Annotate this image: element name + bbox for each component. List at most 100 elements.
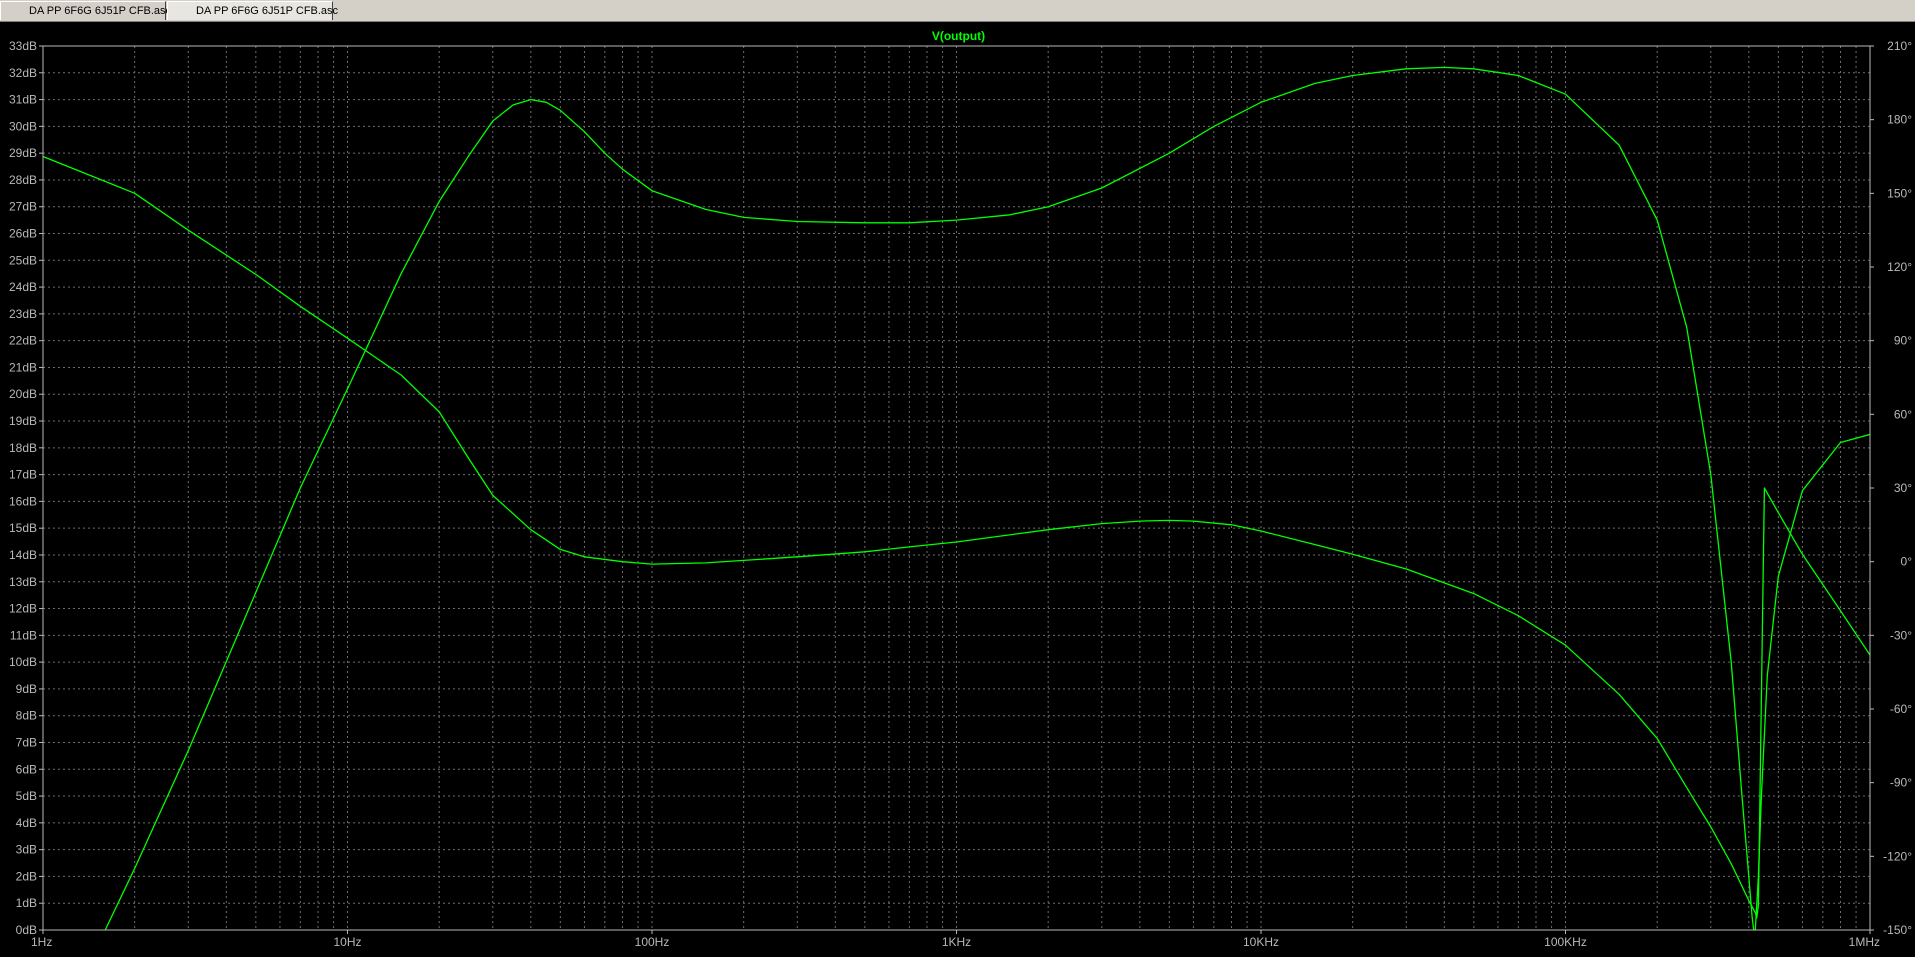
phase-point xyxy=(300,306,301,307)
y-left-tick-label: 21dB xyxy=(9,360,37,374)
phase-point xyxy=(134,193,135,194)
phase-point xyxy=(1406,568,1407,569)
y-left-tick-label: 30dB xyxy=(9,119,37,133)
bode-plot: 1Hz 10Hz 100Hz 1KHz 10KHz 100KHz 1MHz 0dB 1dB 2dB… xyxy=(0,22,1915,957)
magnitude-point xyxy=(1406,68,1407,69)
magnitude-point xyxy=(1657,220,1658,221)
phase-point xyxy=(530,529,531,530)
y-left-tick-label: 12dB xyxy=(9,602,37,616)
magnitude-point xyxy=(1010,214,1011,215)
magnitude-point xyxy=(1352,75,1353,76)
magnitude-point xyxy=(956,220,957,221)
magnitude-point xyxy=(347,388,348,389)
phase-point xyxy=(584,556,585,557)
phase-point xyxy=(401,374,402,375)
y-left-tick-label: 17dB xyxy=(9,468,37,482)
phase-point xyxy=(1565,645,1566,646)
magnitude-point xyxy=(1778,576,1779,577)
magnitude-point xyxy=(1473,68,1474,69)
y-left-tick-label: 26dB xyxy=(9,227,37,241)
phase-point xyxy=(560,549,561,550)
y-left-tick-label: 16dB xyxy=(9,494,37,508)
y-left-tick-label: 1dB xyxy=(16,896,37,910)
y-right-tick-label: -150° xyxy=(1883,923,1912,937)
phase-point xyxy=(1710,826,1711,827)
y-left-tick-label: 15dB xyxy=(9,521,37,535)
phase-point xyxy=(1314,544,1315,545)
x-tick-label: 10KHz xyxy=(1243,935,1279,949)
phase-point xyxy=(255,274,256,275)
phase-point xyxy=(1473,593,1474,594)
phase-point xyxy=(1048,529,1049,530)
magnitude-point xyxy=(255,592,256,593)
y-right-tick-label: 210° xyxy=(1887,39,1912,53)
y-left-tick-label: 19dB xyxy=(9,414,37,428)
y-left-tick-label: 9dB xyxy=(16,682,37,696)
magnitude-point xyxy=(1169,153,1170,154)
y-left-tick-label: 29dB xyxy=(9,146,37,160)
y-right-tick-label: -120° xyxy=(1883,849,1912,863)
magnitude-point xyxy=(188,750,189,751)
magnitude-point xyxy=(134,868,135,869)
phase-point xyxy=(439,411,440,412)
y-left-tick-label: 23dB xyxy=(9,307,37,321)
y-left-tick-label: 24dB xyxy=(9,280,37,294)
magnitude-point xyxy=(1565,94,1566,95)
magnitude-point xyxy=(743,217,744,218)
y-left-tick-label: 22dB xyxy=(9,334,37,348)
magnitude-point xyxy=(401,273,402,274)
magnitude-point xyxy=(1767,675,1768,676)
phase-point xyxy=(1840,610,1841,611)
tab-schematic-2[interactable]: DA PP 6F6G 6J51P CFB.asc xyxy=(167,1,338,20)
phase-point xyxy=(1169,520,1170,521)
phase-point xyxy=(1758,905,1759,906)
phase-point xyxy=(1748,900,1749,901)
phase-point xyxy=(743,560,744,561)
phase-point xyxy=(1260,530,1261,531)
y-left-tick-label: 32dB xyxy=(9,66,37,80)
phase-point xyxy=(1764,487,1765,488)
magnitude-point xyxy=(1444,67,1445,68)
x-tick-label: 1KHz xyxy=(942,935,971,949)
magnitude-point xyxy=(705,209,706,210)
y-left-tick-label: 3dB xyxy=(16,843,37,857)
plot-title[interactable]: V(output) xyxy=(932,29,985,43)
phase-point xyxy=(622,561,623,562)
y-left-tick-label: 2dB xyxy=(16,869,37,883)
phase-point xyxy=(1756,917,1757,918)
phase-point xyxy=(797,556,798,557)
y-left-tick-label: 28dB xyxy=(9,173,37,187)
magnitude-point xyxy=(1748,876,1749,877)
magnitude-point xyxy=(1741,796,1742,797)
magnitude-point xyxy=(1314,83,1315,84)
x-tick-label: 100Hz xyxy=(635,935,670,949)
y-left-tick-label: 4dB xyxy=(16,816,37,830)
magnitude-point xyxy=(546,102,547,103)
phase-point xyxy=(1802,554,1803,555)
y-right-tick-label: 0° xyxy=(1901,555,1913,569)
phase-point xyxy=(1731,863,1732,864)
y-left-tick-label: 14dB xyxy=(9,548,37,562)
magnitude-point xyxy=(1619,145,1620,146)
magnitude-point xyxy=(1710,474,1711,475)
y-right-tick-label: 180° xyxy=(1887,113,1912,127)
y-left-tick-label: 33dB xyxy=(9,39,37,53)
phase-point xyxy=(1686,787,1687,788)
magnitude-point xyxy=(439,201,440,202)
magnitude-point xyxy=(1101,187,1102,188)
tab-bar: DA PP 6F6G 6J51P CFB.asc DA PP 6F6G 6J51… xyxy=(0,0,1915,22)
magnitude-point xyxy=(300,487,301,488)
y-left-tick-label: 7dB xyxy=(16,735,37,749)
y-left-tick-label: 31dB xyxy=(9,93,37,107)
phase-point xyxy=(909,546,910,547)
tab-schematic-1[interactable]: DA PP 6F6G 6J51P CFB.asc xyxy=(0,1,171,20)
magnitude-point xyxy=(1260,102,1261,103)
y-right-tick-label: -30° xyxy=(1890,628,1912,642)
magnitude-point xyxy=(1752,916,1753,917)
y-right-tick-label: -90° xyxy=(1890,776,1912,790)
phase-point xyxy=(468,458,469,459)
phase-point xyxy=(1657,738,1658,739)
magnitude-point xyxy=(1518,75,1519,76)
x-tick-label: 10Hz xyxy=(333,935,361,949)
magnitude-point xyxy=(622,169,623,170)
